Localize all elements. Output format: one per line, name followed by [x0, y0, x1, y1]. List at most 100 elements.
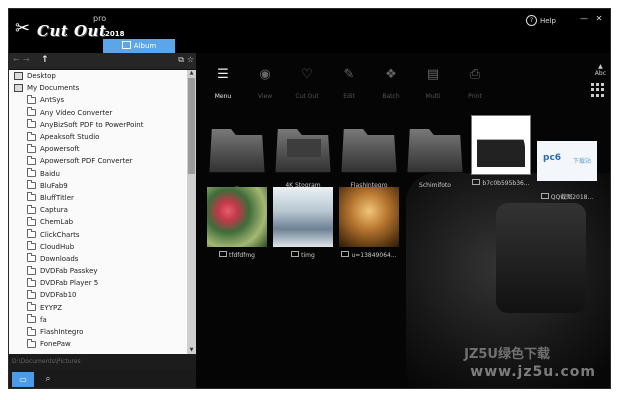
search-button[interactable]: ⌕ [41, 372, 55, 387]
tree-item[interactable]: My Documents [9, 82, 187, 94]
image-thumbnail[interactable]: b7c0b595b36... [468, 115, 534, 187]
folder-thumbnail[interactable]: .. [204, 117, 270, 189]
up-folder-icon[interactable]: ↑ [41, 55, 49, 65]
folder-icon [27, 289, 36, 299]
close-button[interactable]: ✕ [593, 13, 605, 24]
tree-item[interactable]: CloudHub [9, 241, 187, 253]
camera-lens-background [496, 203, 586, 313]
image-type-icon [219, 251, 228, 257]
thumbnail-caption: u=13849064... [336, 251, 402, 259]
folder-icon [27, 229, 36, 239]
tool-label: Menu [214, 93, 232, 100]
tree-item[interactable]: Apeaksoft Studio [9, 131, 187, 143]
scroll-down-icon[interactable]: ▼ [187, 347, 196, 354]
tree-item[interactable]: Apowersoft PDF Converter [9, 155, 187, 167]
tree-item[interactable]: Baidu [9, 168, 187, 180]
tree-item[interactable]: AnyBizSoft PDF to PowerPoint [9, 119, 187, 131]
tree-item-label: ChemLab [40, 218, 74, 227]
image-thumbnail[interactable]: u=13849064... [336, 187, 402, 259]
image-thumbnail[interactable]: pc6 下载站 QQ截图2018... [534, 129, 600, 201]
tree-item[interactable]: Any Video Converter [9, 107, 187, 119]
folder-icon [27, 265, 36, 275]
folder-icon [27, 241, 36, 251]
menu-icon: ☰ [217, 67, 229, 82]
sort-arrow-icon: ▲ [598, 63, 603, 70]
scroll-up-icon[interactable]: ▲ [187, 70, 196, 77]
tool-edit-button[interactable]: ✎ Edit [328, 67, 370, 100]
tree-item[interactable]: BluffTitler [9, 192, 187, 204]
folder-icon [27, 180, 36, 190]
tool-view-button[interactable]: ◉ View [244, 67, 286, 100]
star-icon[interactable]: ☆ [187, 55, 194, 64]
tool-batch-button[interactable]: ❖ Batch [370, 67, 412, 100]
tool-menu-button[interactable]: ☰ Menu [202, 67, 244, 100]
album-tab[interactable]: Album [103, 39, 175, 53]
tree-item-label: Baidu [40, 169, 60, 178]
tree-item[interactable]: DVDFab Passkey [9, 265, 187, 277]
tree-item[interactable]: ChemLab [9, 216, 187, 228]
tree-scrollbar[interactable]: ▲ ▼ [187, 70, 196, 354]
folder-thumbnail[interactable]: FlashIntegro [336, 117, 402, 189]
app-window: ✂ Cut Out pro 2018 Album ? Help — ✕ ← → … [8, 8, 611, 389]
tree-item-label: Apowersoft PDF Converter [40, 157, 133, 166]
help-button[interactable]: ? Help [526, 15, 556, 26]
help-icon: ? [526, 15, 538, 26]
tree-item[interactable]: fa [9, 314, 187, 326]
folder-icon [27, 302, 36, 312]
tree-item[interactable]: Apowersoft [9, 143, 187, 155]
tree-item[interactable]: DVDFab Player 5 [9, 277, 187, 289]
main-panel: ▲ Abc ☰ Menu ◉ View ♡ Cut Out ✎ Edit ❖ Batch ▤ Mult… [196, 53, 610, 388]
back-arrow-icon[interactable]: ← [13, 55, 20, 64]
tree-item[interactable]: Desktop [9, 70, 187, 82]
folder-thumbnail[interactable]: Schimifoto [402, 117, 468, 189]
tree-item-label: Desktop [27, 72, 56, 81]
tree-item[interactable]: EYYPZ [9, 302, 187, 314]
copy-icon[interactable]: ⧉ [178, 55, 184, 65]
forward-arrow-icon[interactable]: → [23, 55, 30, 64]
tree-item[interactable]: DVDFab10 [9, 289, 187, 301]
tree-item[interactable]: Downloads [9, 253, 187, 265]
path-bar: D:\Documents\Pictures [12, 358, 81, 365]
tree-item[interactable]: BluFab9 [9, 180, 187, 192]
tool-cut-out-button[interactable]: ♡ Cut Out [286, 67, 328, 100]
thumbnail-caption: b7c0b595b36... [468, 179, 534, 187]
tree-item[interactable]: ClickCharts [9, 228, 187, 240]
tree-item-label: DVDFab Passkey [40, 267, 98, 276]
image-thumbnail[interactable]: timg [270, 187, 336, 259]
folder-icon [27, 107, 36, 117]
album-tab-label: Album [133, 42, 157, 50]
folder-preview-icon [287, 139, 321, 157]
tree-item-label: My Documents [27, 84, 80, 93]
app-edition: pro [93, 14, 107, 23]
photo-preview [339, 187, 399, 247]
watermark-title: JZ5U绿色下载 [464, 347, 550, 362]
folder-icon [27, 192, 36, 202]
tree-item-label: CloudHub [40, 242, 75, 251]
main-toolbar: ▲ Abc ☰ Menu ◉ View ♡ Cut Out ✎ Edit ❖ Batch ▤ Mult… [196, 53, 610, 111]
image-thumbnail[interactable]: tfdfdfmg [204, 187, 270, 259]
folder-icon [209, 129, 265, 173]
photo-preview [471, 115, 531, 175]
thumbnail-caption-text: Schimifoto [419, 182, 451, 189]
tool-print-button[interactable]: ⎙ Print [454, 67, 496, 100]
image-type-icon [291, 251, 300, 257]
app-name: Cut Out [37, 22, 107, 40]
tool-multi-button[interactable]: ▤ Multi [412, 67, 454, 100]
thumbnail-caption-text: QQ截图2018... [550, 194, 594, 201]
heart-icon: ♡ [301, 67, 313, 82]
browse-folder-button[interactable]: ▭ [12, 372, 34, 387]
tool-label: Edit [343, 93, 355, 100]
image-type-icon [341, 251, 350, 257]
grid-view-icon[interactable] [591, 83, 605, 97]
minimize-button[interactable]: — [578, 13, 590, 24]
sort-label: Abc [594, 70, 606, 77]
sort-button[interactable]: ▲ Abc [595, 63, 606, 77]
tree-item[interactable]: FonePaw [9, 338, 187, 350]
tree-item-label: DVDFab10 [40, 291, 77, 300]
batch-icon: ❖ [385, 67, 397, 82]
tree-item[interactable]: Captura [9, 204, 187, 216]
scroll-thumb[interactable] [188, 78, 195, 174]
tree-item[interactable]: AntSys [9, 94, 187, 106]
tree-item[interactable]: FlashIntegro [9, 326, 187, 338]
folder-thumbnail[interactable]: 4K Stogram [270, 117, 336, 189]
